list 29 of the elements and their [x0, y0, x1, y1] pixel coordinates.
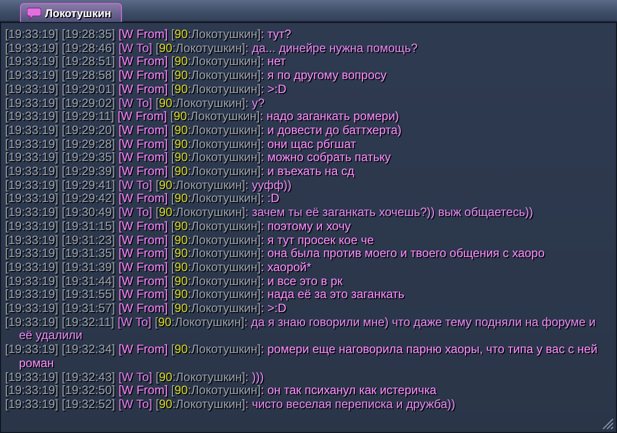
resize-grip-icon[interactable]: [602, 418, 614, 430]
chat-message: [19:33:19] [19:31:15] [W From] [90:Локотушкин]: поэтому и хочу: [5, 220, 352, 234]
chat-message: [19:33:19] [19:29:28] [W From] [90:Локотушкин]: они щас рбгшат: [5, 138, 358, 152]
chat-tab[interactable]: Локотушкин: [20, 3, 122, 23]
chat-message: [19:33:19] [19:32:52] [W To] [90:Локотушкин]: чисто веселая переписка и дружба)): [5, 398, 456, 412]
chat-message: [19:33:19] [19:29:35] [W From] [90:Локотушкин]: можно собрать патьку: [5, 151, 392, 166]
chat-message: [19:33:19] [19:32:34] [W From] [90:Локотушкин]: ромери еще наговорила парню хаоры, что типа у вас с ней роман: [5, 343, 598, 371]
chat-message: [19:33:19] [19:29:02] [W To] [90:Локотушкин]: у?: [5, 96, 266, 110]
chat-message: [19:33:19] [19:32:11] [W To] [90:Локотушкин]: да я знаю говорили мне) что даже тему подняли на форуме и её удалили: [5, 316, 597, 344]
chat-message: [19:33:19] [19:29:41] [W To] [90:Локотушкин]: ууфф)): [5, 178, 292, 192]
chat-message: [19:33:19] [19:32:50] [W From] [90:Локотушкин]: он так психанул как истеричка: [5, 384, 438, 398]
chat-message: [19:33:19] [19:30:49] [W To] [90:Локотушкин]: зачем ты её заганкать хочешь?)) выж общаетесь)): [5, 206, 534, 220]
chat-message: [19:33:19] [19:28:35] [W From] [90:Локотушкин]: тут?: [5, 28, 292, 42]
chat-message: [19:33:19] [19:31:57] [W From] [90:Локотушкин]: >:D: [5, 302, 288, 316]
chat-message: [19:33:19] [19:29:39] [W From] [90:Локотушкин]: и въехать на сд: [5, 165, 356, 179]
chat-message: [19:33:19] [19:28:51] [W From] [90:Локотушкин]: нет: [5, 55, 286, 70]
chat-message: [19:33:19] [19:31:35] [W From] [90:Локотушкин]: она была против моего и твоего общения с хаоро: [5, 247, 546, 261]
chat-message: [19:33:19] [19:31:39] [W From] [90:Локотушкин]: хаорой*: [5, 260, 312, 275]
chat-message: [19:33:19] [19:28:46] [W To] [90:Локотушкин]: да... динейре нужна помощь?: [5, 42, 419, 56]
chat-message: [19:33:19] [19:28:58] [W From] [90:Локотушкин]: я по другому вопросу: [5, 69, 388, 83]
chat-message: [19:33:19] [19:29:01] [W From] [90:Локотушкин]: >:D: [5, 82, 288, 97]
speech-bubble-icon: [27, 7, 41, 20]
chat-message: [19:33:19] [19:31:23] [W From] [90:Локотушкин]: я тут просек кое че: [5, 234, 375, 248]
chat-message: [19:33:19] [19:29:42] [W From] [90:Локотушкин]: :D: [5, 192, 280, 206]
chat-message: [19:33:19] [19:29:20] [W From] [90:Локотушкин]: и довести до баттхерта): [5, 124, 403, 138]
chat-message: [19:33:19] [19:29:11] [W From] [90:Локотушкин]: надо заганкать ромери): [5, 110, 400, 124]
chat-message: [19:33:19] [19:31:44] [W From] [90:Локотушкин]: и все это в рк: [5, 274, 344, 288]
chat-message: [19:33:19] [19:32:43] [W To] [90:Локотушкин]: ))): [5, 370, 265, 384]
chat-message: [19:33:19] [19:31:55] [W From] [90:Локотушкин]: нада её за это заганкать: [5, 288, 406, 302]
